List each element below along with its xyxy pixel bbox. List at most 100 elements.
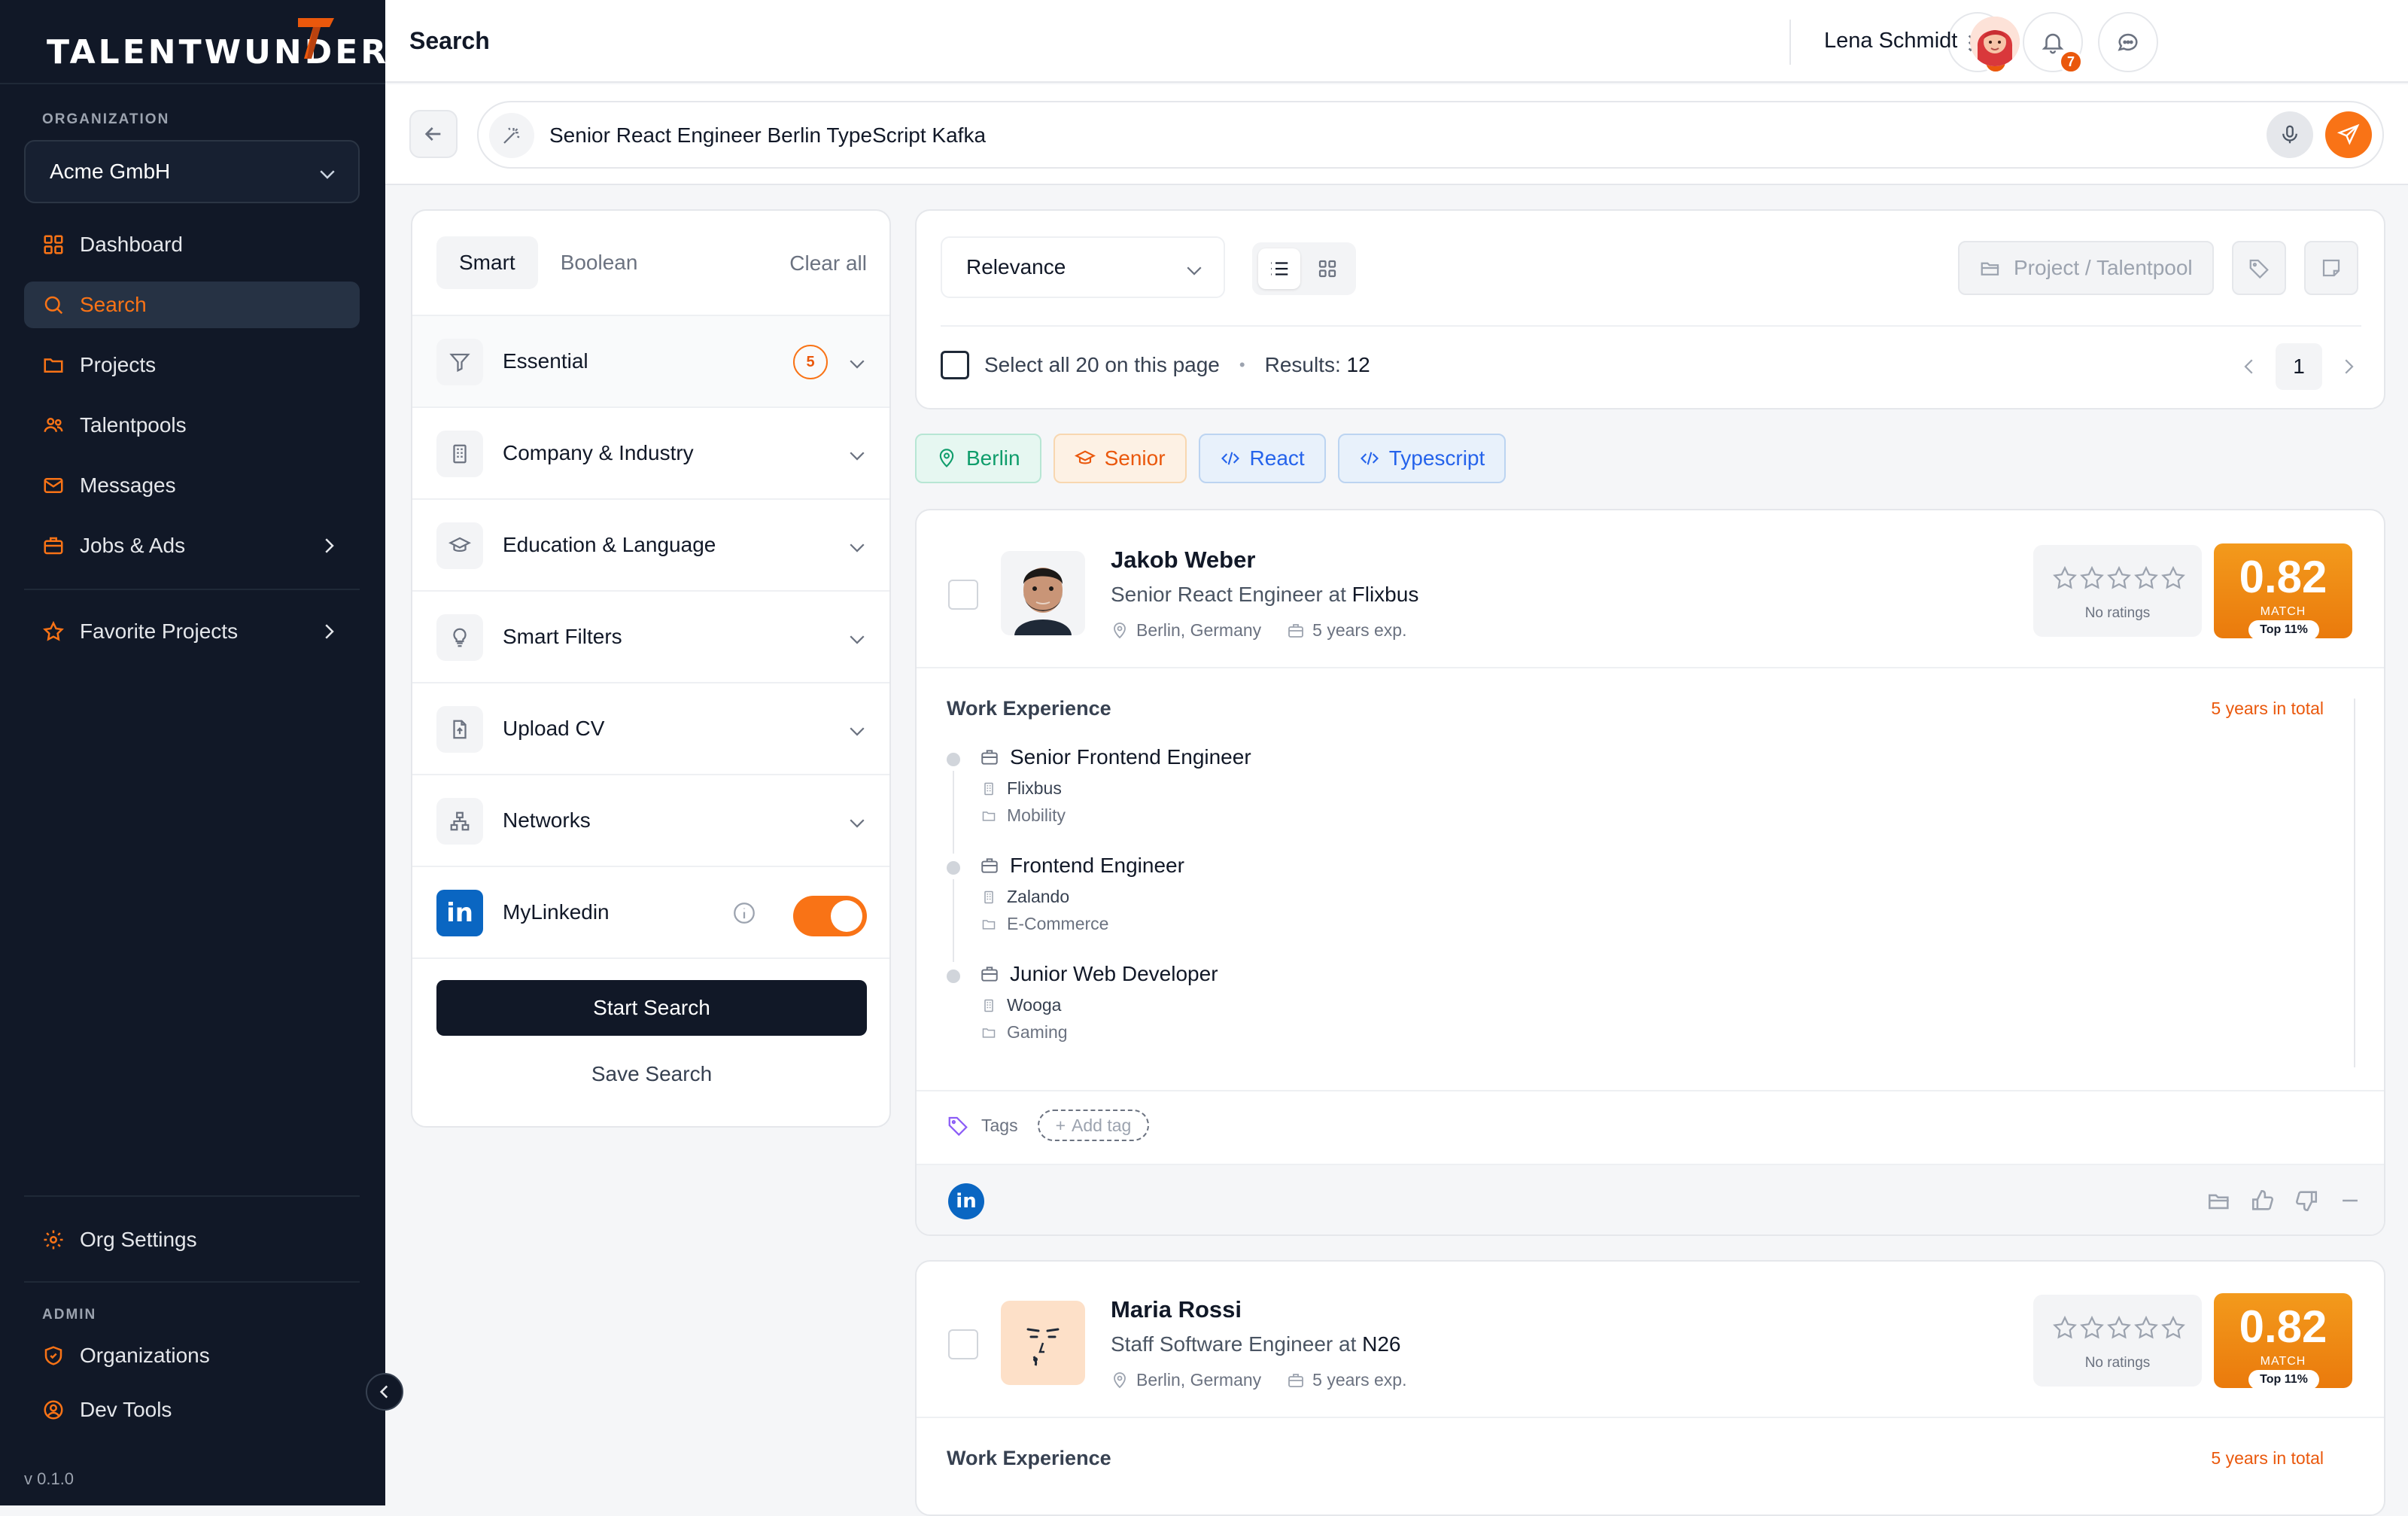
lightbulb-icon (436, 614, 483, 661)
dot-separator: • (1239, 355, 1245, 374)
star-icon[interactable] (2051, 1314, 2078, 1341)
linkedin-profile-link[interactable]: in (948, 1183, 984, 1219)
note-selected-button[interactable] (2304, 241, 2358, 295)
mylinkedin-toggle[interactable] (793, 896, 867, 936)
star-rating[interactable] (2051, 565, 2187, 592)
thumbs-down-button[interactable] (2294, 1188, 2319, 1213)
timeline-dot (947, 861, 960, 875)
thumbs-up-button[interactable] (2250, 1188, 2276, 1213)
star-rating[interactable] (2051, 1314, 2187, 1341)
filter-row-essential[interactable]: Essential 5 (412, 315, 889, 406)
filter-row-upload-cv[interactable]: Upload CV (412, 682, 889, 774)
chip-berlin[interactable]: Berlin (915, 434, 1041, 483)
sidebar-collapse-button[interactable] (366, 1373, 403, 1411)
candidate-checkbox[interactable] (948, 580, 978, 610)
star-icon[interactable] (2078, 565, 2105, 592)
candidate-card[interactable]: Maria Rossi Staff Software Engineer at N… (915, 1260, 2385, 1516)
sidebar-item-label: Dashboard (80, 233, 183, 256)
star-icon[interactable] (2051, 565, 2078, 592)
start-search-button[interactable]: Start Search (436, 980, 867, 1036)
notifications-button[interactable]: 7 (2023, 12, 2083, 74)
star-icon[interactable] (2133, 1314, 2160, 1341)
select-all-checkbox[interactable] (941, 351, 969, 379)
brand-logo[interactable]: TALENTWUNDER (47, 33, 389, 72)
filter-row-smart-filters[interactable]: Smart Filters (412, 590, 889, 682)
search-box (477, 101, 2384, 169)
map-pin-icon (939, 449, 954, 467)
sort-select[interactable]: Relevance (941, 236, 1225, 298)
add-to-folder-button[interactable] (2206, 1188, 2232, 1213)
chat-button[interactable] (2098, 12, 2158, 72)
sidebar-item-organizations[interactable]: Organizations (24, 1332, 360, 1379)
sidebar-item-org-settings[interactable]: Org Settings (24, 1216, 360, 1263)
chip-senior[interactable]: Senior (1053, 434, 1187, 483)
results-toolbar: Relevance Project / Talentpool Select al… (915, 209, 2385, 409)
star-icon[interactable] (2105, 1314, 2133, 1341)
sidebar-item-dev-tools[interactable]: Dev Tools (24, 1387, 360, 1433)
minus-icon (2343, 1199, 2358, 1202)
filter-row-company-industry[interactable]: Company & Industry (412, 406, 889, 498)
filter-row-networks[interactable]: Networks (412, 774, 889, 866)
add-tag-button[interactable]: + Add tag (1037, 1110, 1150, 1141)
star-icon[interactable] (2160, 565, 2187, 592)
grid-view-button[interactable] (1306, 248, 1348, 289)
candidate-experience: 5 years exp. (1312, 620, 1407, 640)
candidate-card[interactable]: Jakob Weber Senior React Engineer at Fli… (915, 509, 2385, 1236)
chevron-left-icon[interactable] (2238, 355, 2261, 378)
sidebar-item-label: Favorite Projects (80, 619, 239, 643)
info-icon[interactable] (731, 900, 757, 926)
tags-row: Tags + Add tag (947, 1110, 1150, 1141)
filter-row-label: Upload CV (503, 717, 605, 740)
chevron-right-icon[interactable] (2337, 355, 2360, 378)
sidebar-item-projects[interactable]: Projects (24, 342, 360, 388)
candidate-checkbox[interactable] (948, 1329, 978, 1359)
match-label: MATCH (2260, 1355, 2306, 1368)
sidebar-divider (24, 589, 360, 590)
dismiss-button[interactable] (2337, 1188, 2363, 1213)
experience-industry: Mobility (981, 805, 1066, 826)
filter-row-education-language[interactable]: Education & Language (412, 498, 889, 590)
gear-icon (41, 1227, 66, 1253)
save-search-button[interactable]: Save Search (436, 1046, 867, 1102)
match-score: 0.82 (2239, 1301, 2327, 1352)
candidate-name[interactable]: Jakob Weber (1111, 546, 1255, 574)
microphone-button[interactable] (2267, 111, 2313, 158)
experience-title: Frontend Engineer (980, 854, 1184, 878)
send-button[interactable] (2325, 111, 2372, 158)
chip-react[interactable]: React (1198, 434, 1326, 483)
map-pin-icon (1114, 1371, 1126, 1388)
tab-smart[interactable]: Smart (436, 236, 538, 289)
search-input[interactable] (549, 117, 2205, 154)
list-view-button[interactable] (1258, 248, 1300, 289)
magic-wand-icon[interactable] (489, 113, 534, 158)
ratings-label: No ratings (2084, 605, 2151, 621)
chip-typescript[interactable]: Typescript (1337, 434, 1507, 483)
sidebar-item-talentpools[interactable]: Talentpools (24, 402, 360, 449)
sidebar-item-search[interactable]: Search (24, 282, 360, 328)
page-number[interactable]: 1 (2276, 343, 2322, 390)
star-icon[interactable] (2160, 1314, 2187, 1341)
sidebar-item-dashboard[interactable]: Dashboard (24, 221, 360, 268)
back-button[interactable] (409, 110, 458, 158)
sidebar-item-jobs-ads[interactable]: Jobs & Ads (24, 522, 360, 569)
star-icon[interactable] (2133, 565, 2160, 592)
star-icon[interactable] (2105, 565, 2133, 592)
card-divider (917, 1417, 2384, 1418)
chip-label: Typescript (1388, 446, 1485, 470)
tab-boolean[interactable]: Boolean (538, 236, 661, 289)
bell-icon (2042, 33, 2064, 54)
clear-all-button[interactable]: Clear all (789, 251, 867, 275)
candidate-name[interactable]: Maria Rossi (1111, 1296, 1242, 1323)
sidebar-item-messages[interactable]: Messages (24, 462, 360, 509)
add-to-project-button[interactable]: Project / Talentpool (1958, 241, 2214, 295)
user-avatar[interactable] (1970, 17, 2020, 66)
tag-selected-button[interactable] (2232, 241, 2286, 295)
timeline-scrollbar[interactable] (2354, 699, 2355, 1067)
user-name[interactable]: Lena Schmidt (1824, 29, 1957, 53)
star-icon[interactable] (2078, 1314, 2105, 1341)
org-select[interactable]: Acme GmbH (24, 140, 360, 203)
sort-select-value: Relevance (966, 255, 1066, 279)
candidate-avatar (1001, 551, 1085, 635)
sidebar-item-favorite-projects[interactable]: Favorite Projects (24, 608, 360, 655)
chip-label: Berlin (966, 446, 1020, 470)
